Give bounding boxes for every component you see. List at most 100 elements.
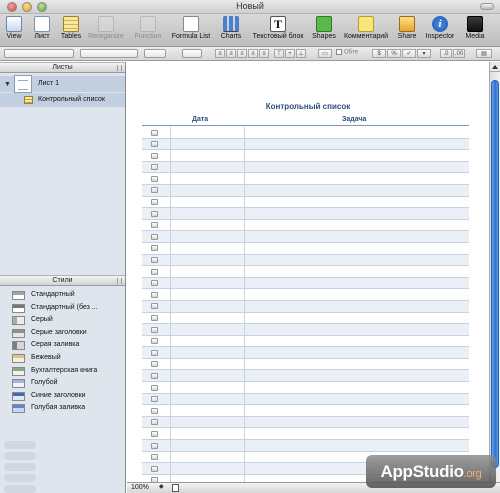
table-row[interactable] xyxy=(142,382,469,394)
row-checkbox[interactable] xyxy=(151,245,158,252)
style-item[interactable]: Стандартный xyxy=(12,290,122,300)
toolbar-sheet-button[interactable]: Лист xyxy=(31,16,53,40)
row-checkbox[interactable] xyxy=(151,407,158,414)
row-checkbox[interactable] xyxy=(151,419,158,426)
column-header-date[interactable]: Дата xyxy=(192,116,208,123)
row-checkbox[interactable] xyxy=(151,233,158,240)
toolbar-shapes-button[interactable]: Shapes xyxy=(310,16,338,40)
row-checkbox[interactable] xyxy=(151,396,158,403)
font-size-popup[interactable] xyxy=(144,49,166,58)
page-view-icon[interactable] xyxy=(172,484,179,492)
table-row[interactable] xyxy=(142,428,469,441)
table-row[interactable] xyxy=(142,440,469,452)
fill-color-button[interactable]: ▤ xyxy=(476,49,492,58)
table-row[interactable] xyxy=(142,231,469,243)
table-row[interactable] xyxy=(142,266,469,278)
row-checkbox[interactable] xyxy=(151,291,158,298)
table-row[interactable] xyxy=(142,220,469,232)
row-checkbox[interactable] xyxy=(151,338,158,345)
align-left-button[interactable]: ≡ xyxy=(215,49,225,58)
toolbar-text-box-button[interactable]: T Текстовый блок xyxy=(249,16,307,40)
table-row[interactable] xyxy=(142,405,469,417)
table-row[interactable] xyxy=(142,300,469,313)
row-checkbox[interactable] xyxy=(151,430,158,437)
style-item[interactable]: Серый xyxy=(12,315,122,326)
table-row[interactable] xyxy=(142,277,469,290)
style-item[interactable]: Стандартный (без ... xyxy=(12,303,122,313)
toolbar-tables-button[interactable]: Tables xyxy=(57,16,85,40)
row-checkbox[interactable] xyxy=(151,465,158,472)
toolbar-formula-list-button[interactable]: Formula List xyxy=(168,16,214,40)
toolbar-comment-button[interactable]: Комментарий xyxy=(340,16,392,40)
row-checkbox[interactable] xyxy=(151,349,158,356)
valign-top-button[interactable]: ⊤ xyxy=(274,49,284,58)
table-row[interactable] xyxy=(142,208,469,220)
row-checkbox[interactable] xyxy=(151,210,158,217)
sheet-item[interactable]: ▼ Лист 1 xyxy=(0,75,125,93)
align-center-button[interactable]: ≡ xyxy=(226,49,236,58)
style-item[interactable]: Синие заголовки xyxy=(12,391,122,401)
column-header-task[interactable]: Задача xyxy=(342,116,366,123)
vertical-scrollbar[interactable] xyxy=(489,62,500,482)
row-checkbox[interactable] xyxy=(151,372,158,379)
style-item[interactable]: Бухгалтерская книга xyxy=(12,366,122,376)
row-checkbox[interactable] xyxy=(151,187,158,194)
table-row[interactable] xyxy=(142,127,469,139)
row-checkbox[interactable] xyxy=(151,280,158,287)
text-color-well[interactable] xyxy=(182,49,202,58)
align-justify-button[interactable]: ≡ xyxy=(248,49,258,58)
toolbar-charts-button[interactable]: Charts xyxy=(217,16,245,40)
row-checkbox[interactable] xyxy=(151,384,158,391)
row-checkbox[interactable] xyxy=(151,164,158,171)
row-checkbox[interactable] xyxy=(151,152,158,159)
row-checkbox[interactable] xyxy=(151,303,158,310)
style-item[interactable]: Голубая заливка xyxy=(12,403,122,414)
toolbar-toggle-button[interactable] xyxy=(480,3,494,10)
table-row[interactable] xyxy=(142,173,469,185)
table-row[interactable] xyxy=(142,150,469,162)
panel-resize-handle[interactable] xyxy=(117,65,122,71)
style-item[interactable]: Бежевый xyxy=(12,353,122,363)
toolbar-media-button[interactable]: Media xyxy=(462,16,488,40)
wrap-checkbox[interactable]: Обте xyxy=(336,49,358,56)
table-row[interactable] xyxy=(142,359,469,371)
row-checkbox[interactable] xyxy=(151,326,158,333)
border-button[interactable]: ▭ xyxy=(318,49,332,58)
table-row[interactable] xyxy=(142,197,469,209)
table-item[interactable]: Контрольный список xyxy=(0,93,125,107)
toolbar-reorganize-button[interactable]: Reorganize xyxy=(86,16,126,40)
table-row[interactable] xyxy=(142,138,469,151)
table-row[interactable] xyxy=(142,289,469,301)
increase-decimals-button[interactable]: .00 xyxy=(453,49,465,58)
align-right-button[interactable]: ≡ xyxy=(237,49,247,58)
table-row[interactable] xyxy=(142,347,469,359)
row-checkbox[interactable] xyxy=(151,129,158,136)
table-row[interactable] xyxy=(142,313,469,325)
row-checkbox[interactable] xyxy=(151,222,158,229)
checkbox-format-button[interactable]: ✓ xyxy=(402,49,416,58)
row-checkbox[interactable] xyxy=(151,199,158,206)
style-item[interactable]: Серая заливка xyxy=(12,340,122,351)
row-checkbox[interactable] xyxy=(151,257,158,264)
table-row[interactable] xyxy=(142,184,469,197)
table-header-row[interactable]: Дата Задача xyxy=(142,115,469,126)
sheet-canvas[interactable]: Контрольный список Дата Задача xyxy=(127,62,489,482)
percent-button[interactable]: % xyxy=(387,49,401,58)
style-item[interactable]: Голубой xyxy=(12,378,122,389)
scroll-up-arrow-icon[interactable] xyxy=(490,62,500,72)
row-checkbox[interactable] xyxy=(151,454,158,461)
table-row[interactable] xyxy=(142,324,469,336)
table-title[interactable]: Контрольный список xyxy=(127,102,489,111)
table-row[interactable] xyxy=(142,243,469,255)
row-checkbox[interactable] xyxy=(151,361,158,368)
table-row[interactable] xyxy=(142,336,469,348)
table-row[interactable] xyxy=(142,416,469,429)
table-row[interactable] xyxy=(142,254,469,267)
row-checkbox[interactable] xyxy=(151,268,158,275)
valign-middle-button[interactable]: + xyxy=(285,49,295,58)
scroll-thumb[interactable] xyxy=(491,80,499,468)
row-checkbox[interactable] xyxy=(151,315,158,321)
currency-button[interactable]: $ xyxy=(372,49,386,58)
zoom-stepper-icon[interactable]: ◆ xyxy=(159,483,164,490)
format-menu-button[interactable]: ▾ xyxy=(417,49,431,58)
